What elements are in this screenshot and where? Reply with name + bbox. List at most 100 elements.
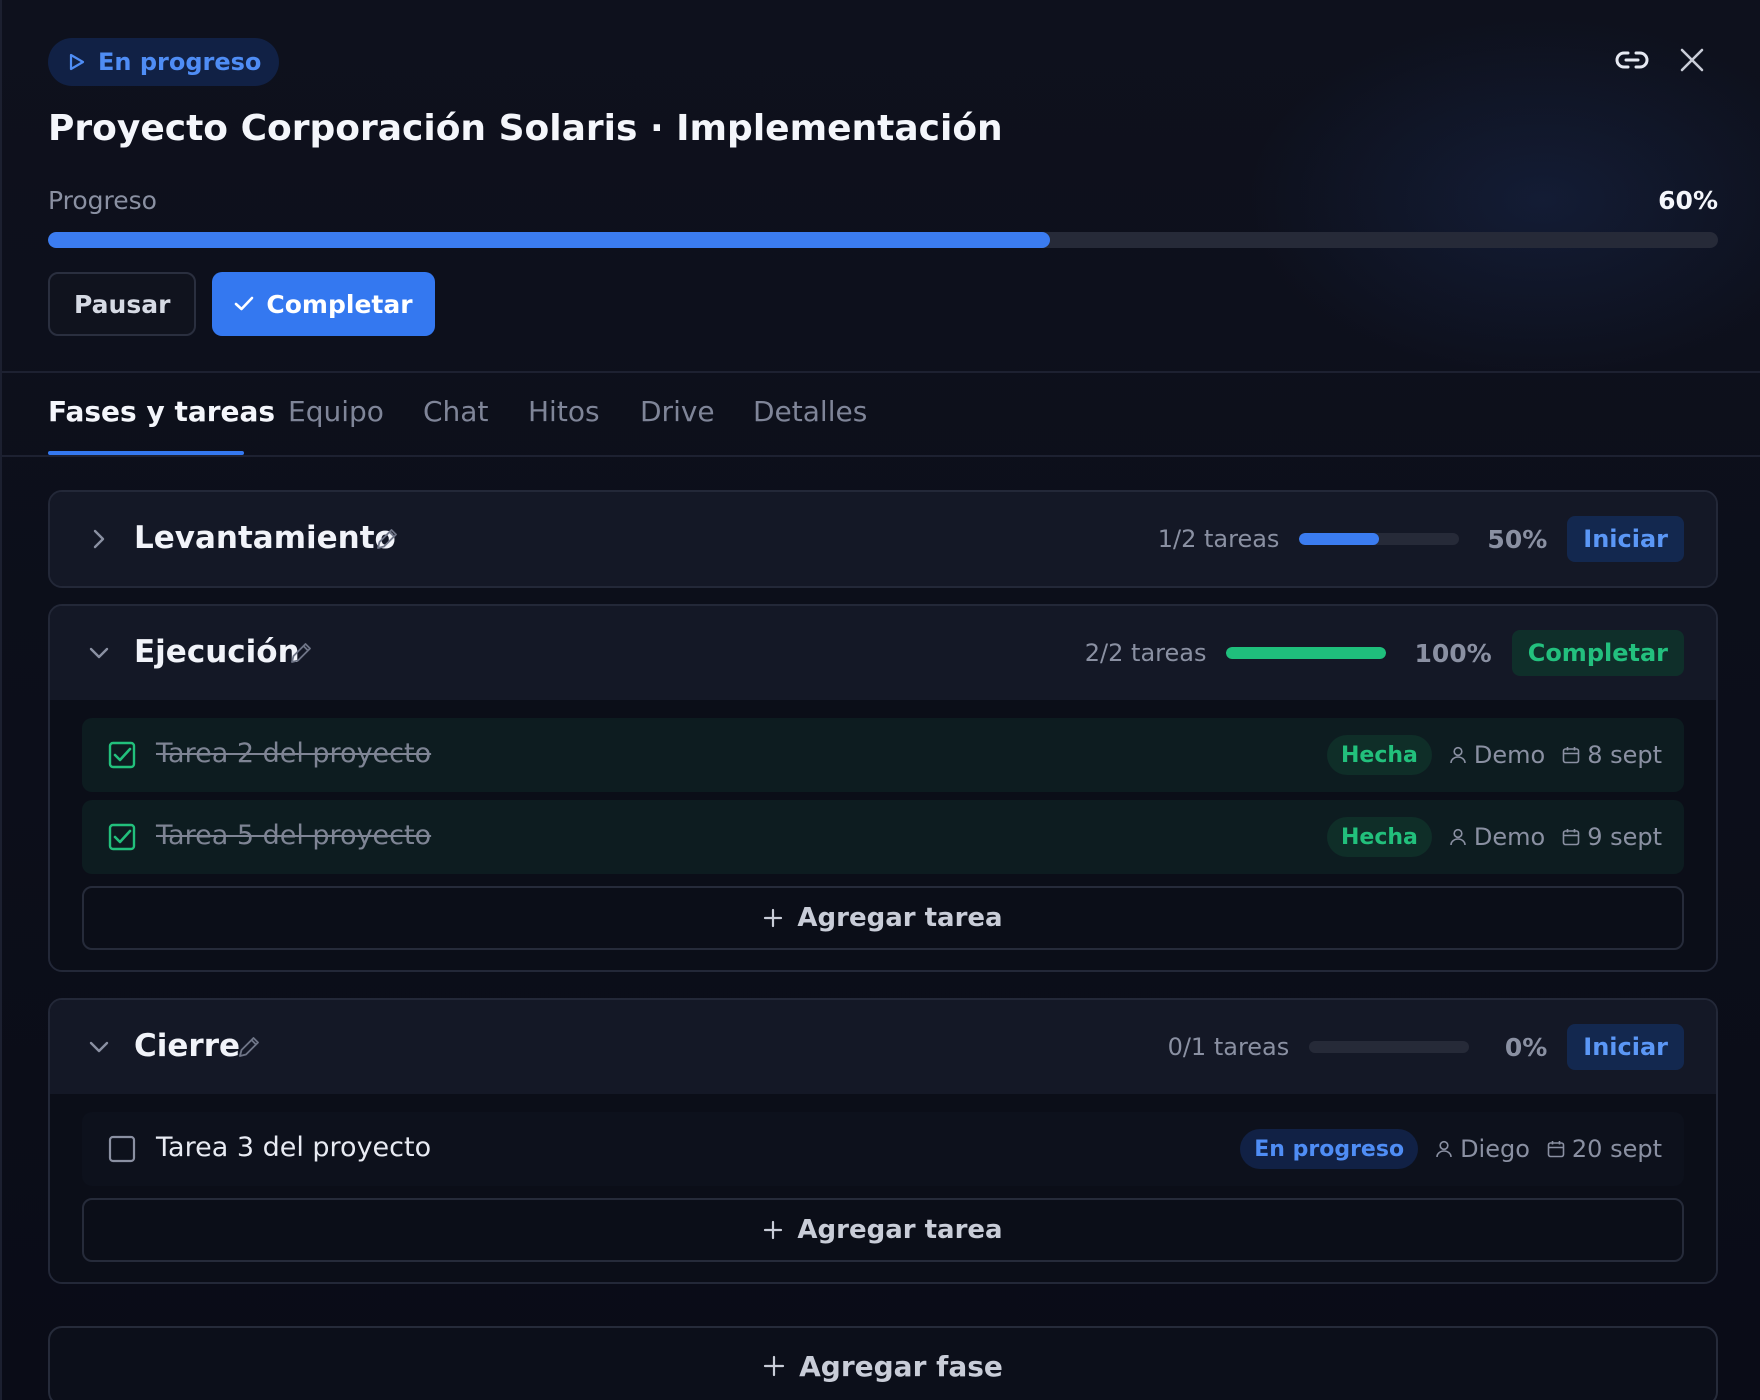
pencil-icon[interactable] xyxy=(374,526,400,552)
tab-details[interactable]: Detalles xyxy=(753,395,867,428)
pencil-icon[interactable] xyxy=(288,640,314,666)
plus-icon xyxy=(764,1220,783,1240)
task-assignee: Diego xyxy=(1434,1135,1530,1163)
tab-chat[interactable]: Chat xyxy=(423,395,488,428)
status-label: En progreso xyxy=(98,48,262,76)
task-date: 8 sept xyxy=(1561,741,1662,769)
chevron-down-icon[interactable] xyxy=(86,640,112,666)
copy-link-button[interactable] xyxy=(1612,40,1652,80)
phase-card: Cierre 0/1 tareas 0% Iniciar Tarea 3 del… xyxy=(48,998,1718,1284)
task-status-badge: Hecha xyxy=(1326,817,1432,857)
task-assignee-name: Demo xyxy=(1473,823,1546,851)
tab-milestones[interactable]: Hitos xyxy=(528,395,600,428)
unchecked-box-icon[interactable] xyxy=(108,1135,136,1163)
task-date-value: 9 sept xyxy=(1587,823,1662,851)
add-phase-button[interactable]: Agregar fase xyxy=(48,1326,1718,1400)
project-progress-bar xyxy=(48,232,1718,248)
project-drawer: En progreso Proyecto Corporación Solaris… xyxy=(0,0,1760,1400)
phase-progress-fill xyxy=(1299,533,1380,545)
task-name: Tarea 2 del proyecto xyxy=(156,738,432,769)
calendar-icon xyxy=(1562,829,1580,846)
tab-team[interactable]: Equipo xyxy=(288,395,384,428)
tab-bar: Fases y tareas Equipo Chat Hitos Drive D… xyxy=(2,375,1760,457)
task-meta: Hecha Demo 8 sept xyxy=(1326,734,1662,776)
task-assignee-name: Diego xyxy=(1460,1135,1530,1163)
add-task-label: Agregar tarea xyxy=(797,903,1003,933)
header-actions xyxy=(1612,40,1712,80)
task-date-value: 8 sept xyxy=(1587,741,1662,769)
phase-name: Cierre xyxy=(134,1028,241,1064)
checked-box-icon[interactable] xyxy=(108,823,136,851)
phase-card: Levantamiento 1/2 tareas 50% Iniciar xyxy=(48,490,1718,588)
phase-summary: 2/2 tareas 100% Completar xyxy=(1085,630,1684,676)
add-phase-label: Agregar fase xyxy=(799,1349,1003,1383)
task-status-badge: Hecha xyxy=(1326,735,1432,775)
chevron-down-icon[interactable] xyxy=(86,1034,112,1060)
task-assignee-name: Demo xyxy=(1473,741,1546,769)
task-assignee: Demo xyxy=(1448,741,1545,769)
phase-progress-bar xyxy=(1226,647,1387,659)
plus-icon xyxy=(764,908,783,928)
task-name: Tarea 5 del proyecto xyxy=(156,820,432,851)
calendar-icon xyxy=(1547,1141,1565,1158)
phase-header[interactable]: Levantamiento 1/2 tareas 50% Iniciar xyxy=(50,492,1716,586)
checked-box-icon[interactable] xyxy=(108,741,136,769)
task-name: Tarea 3 del proyecto xyxy=(156,1132,432,1163)
calendar-icon xyxy=(1562,747,1580,764)
plus-icon xyxy=(764,1355,785,1377)
phase-summary: 1/2 tareas 50% Iniciar xyxy=(1158,516,1684,562)
phase-task-count: 2/2 tareas xyxy=(1084,639,1207,667)
project-actions: Pausar Completar xyxy=(48,272,435,336)
task-meta: Hecha Demo 9 sept xyxy=(1326,816,1662,858)
user-icon xyxy=(1436,1140,1452,1158)
task-row[interactable]: Tarea 3 del proyecto En progreso Diego 2… xyxy=(82,1112,1684,1186)
user-icon xyxy=(1450,828,1466,846)
start-phase-button[interactable]: Iniciar xyxy=(1567,516,1684,562)
task-meta: En progreso Diego 20 sept xyxy=(1240,1128,1662,1170)
progress-value: 60% xyxy=(1658,186,1718,215)
phase-task-count: 1/2 tareas xyxy=(1157,525,1280,553)
task-row[interactable]: Tarea 5 del proyecto Hecha Demo 9 sept xyxy=(82,800,1684,874)
close-icon xyxy=(1680,48,1704,72)
add-task-button[interactable]: Agregar tarea xyxy=(82,1198,1684,1262)
project-progress-fill xyxy=(48,232,1050,248)
complete-project-label: Completar xyxy=(266,289,413,319)
phase-header[interactable]: Cierre 0/1 tareas 0% Iniciar xyxy=(50,1000,1716,1094)
phase-percent: 50% xyxy=(1487,524,1548,554)
check-icon xyxy=(235,296,254,311)
phase-summary: 0/1 tareas 0% Iniciar xyxy=(1168,1024,1684,1070)
pencil-icon[interactable] xyxy=(236,1034,262,1060)
phase-card: Ejecución 2/2 tareas 100% Completar Tare… xyxy=(48,604,1718,972)
status-pill: En progreso xyxy=(48,38,280,86)
task-row[interactable]: Tarea 2 del proyecto Hecha Demo 8 sept xyxy=(82,718,1684,792)
phase-percent: 100% xyxy=(1414,638,1492,668)
progress-label: Progreso xyxy=(48,186,157,215)
drawer-header: En progreso Proyecto Corporación Solaris… xyxy=(2,0,1760,373)
phase-name: Levantamiento xyxy=(134,520,396,556)
active-tab-indicator xyxy=(48,451,244,455)
complete-project-button[interactable]: Completar xyxy=(212,272,435,336)
page-title: Proyecto Corporación Solaris · Implement… xyxy=(48,108,1003,149)
tab-phases-tasks[interactable]: Fases y tareas xyxy=(48,395,275,428)
phase-task-count: 0/1 tareas xyxy=(1167,1033,1290,1061)
complete-phase-button[interactable]: Completar xyxy=(1511,630,1684,676)
task-assignee: Demo xyxy=(1448,823,1545,851)
add-task-label: Agregar tarea xyxy=(797,1215,1003,1245)
task-date-value: 20 sept xyxy=(1571,1135,1662,1163)
task-date: 9 sept xyxy=(1561,823,1662,851)
phase-progress-bar xyxy=(1299,533,1460,545)
play-outline-icon xyxy=(69,53,85,71)
task-status-badge: En progreso xyxy=(1240,1129,1419,1169)
task-date: 20 sept xyxy=(1546,1135,1662,1163)
chevron-right-icon[interactable] xyxy=(86,526,112,552)
link-icon xyxy=(1615,51,1649,69)
close-button[interactable] xyxy=(1672,40,1712,80)
start-phase-button[interactable]: Iniciar xyxy=(1567,1024,1684,1070)
add-task-button[interactable]: Agregar tarea xyxy=(82,886,1684,950)
phase-task-list: Tarea 2 del proyecto Hecha Demo 8 sept T… xyxy=(50,700,1716,970)
tab-drive[interactable]: Drive xyxy=(640,395,715,428)
pause-button[interactable]: Pausar xyxy=(48,272,197,336)
phase-percent: 0% xyxy=(1504,1032,1548,1062)
phase-header[interactable]: Ejecución 2/2 tareas 100% Completar xyxy=(50,606,1716,700)
phase-task-list: Tarea 3 del proyecto En progreso Diego 2… xyxy=(50,1094,1716,1282)
